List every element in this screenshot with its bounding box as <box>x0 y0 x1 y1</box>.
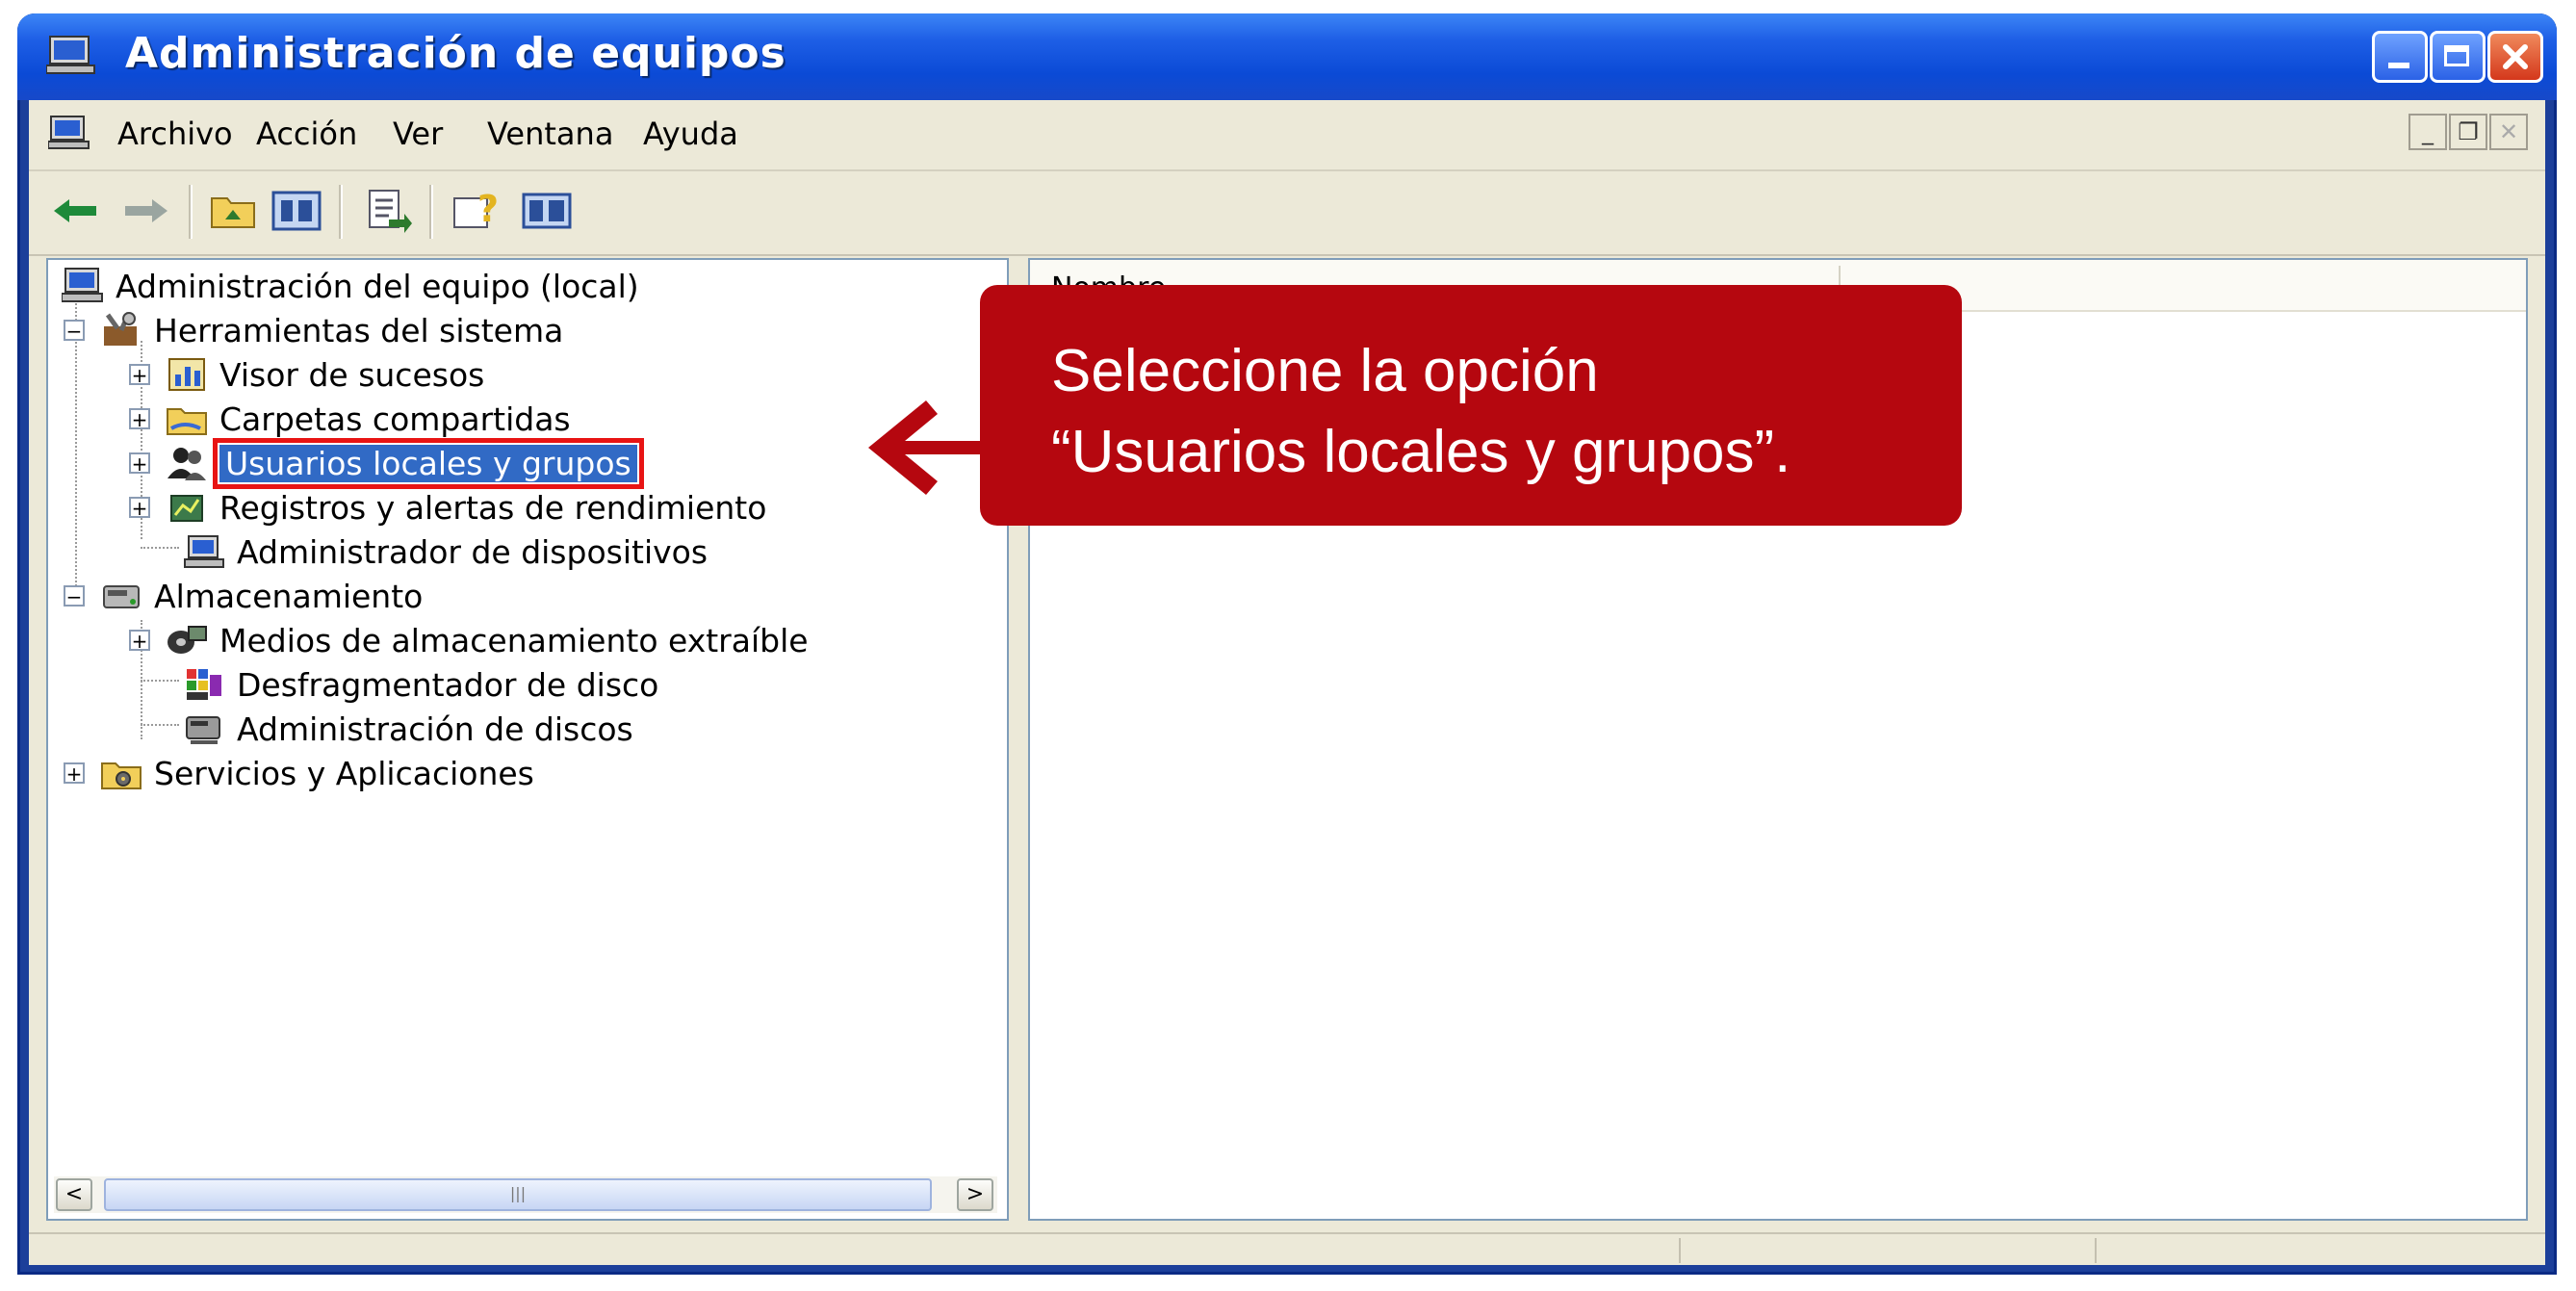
tree-item-label: Administración del equipo (local) <box>116 267 639 305</box>
tree-item-administrador-dispositivos[interactable]: Administrador de dispositivos <box>183 529 708 574</box>
callout-text: Seleccione la opción “Usuarios locales y… <box>1051 331 1790 493</box>
computer-icon <box>46 36 95 74</box>
status-divider <box>1679 1238 1681 1263</box>
chevron-left-icon: < <box>64 1182 84 1206</box>
menu-ventana[interactable]: Ventana <box>487 116 613 152</box>
toolbar-separator <box>189 185 193 239</box>
console-icon[interactable] <box>520 185 574 237</box>
title-bar[interactable]: Administración de equipos <box>17 13 2557 100</box>
tree-item-label: Medios de almacenamiento extraíble <box>219 621 809 659</box>
tree-item-label: Administración de discos <box>237 710 633 748</box>
tree-item-label: Desfragmentador de disco <box>237 665 659 704</box>
minimize-icon <box>2388 63 2409 68</box>
app-window: Administración de equipos Archivo Acción… <box>17 13 2557 1275</box>
menu-accion[interactable]: Acción <box>256 116 357 152</box>
help-icon[interactable]: ? <box>449 185 506 237</box>
tree-item-label: Herramientas del sistema <box>154 311 564 349</box>
expand-icon[interactable]: + <box>64 762 85 784</box>
tree-item-servicios-aplicaciones[interactable]: + Servicios y Aplicaciones <box>64 751 534 795</box>
tree-connector <box>141 724 179 726</box>
expand-icon[interactable]: + <box>129 630 150 651</box>
tools-icon <box>104 311 137 346</box>
status-divider <box>2095 1238 2097 1263</box>
close-icon <box>2503 44 2528 69</box>
window-title: Administración de equipos <box>125 29 786 78</box>
grip-icon: ||| <box>509 1184 527 1202</box>
maximize-button[interactable] <box>2430 31 2486 83</box>
forward-arrow-icon[interactable] <box>117 185 175 237</box>
back-arrow-icon[interactable] <box>46 185 104 237</box>
export-list-icon[interactable] <box>360 185 414 237</box>
scrollbar-thumb[interactable]: ||| <box>104 1178 932 1211</box>
expand-icon[interactable]: + <box>129 497 150 518</box>
tree-item-almacenamiento[interactable]: − Almacenamiento <box>64 574 423 618</box>
expand-icon[interactable]: + <box>129 364 150 385</box>
event-viewer-icon <box>168 358 205 391</box>
instruction-callout: Seleccione la opción “Usuarios locales y… <box>980 285 1962 526</box>
callout-arrow-icon <box>868 400 984 495</box>
tree-item-label: Carpetas compartidas <box>219 400 571 438</box>
tree-item-desfragmentador[interactable]: Desfragmentador de disco <box>183 662 658 707</box>
up-folder-icon[interactable] <box>206 185 260 237</box>
tree-item-usuarios-grupos[interactable]: + Usuarios locales y grupos <box>129 437 644 489</box>
tree-item-medios-extraible[interactable]: + Medios de almacenamiento extraíble <box>129 618 809 662</box>
tree-connector <box>141 680 179 682</box>
device-manager-icon <box>184 535 224 568</box>
computer-management-icon <box>48 116 90 149</box>
show-hide-tree-icon[interactable] <box>270 185 323 237</box>
callout-line-2: “Usuarios locales y grupos”. <box>1051 419 1791 485</box>
toolbar-separator <box>339 185 343 239</box>
maximize-icon <box>2444 45 2469 66</box>
expand-icon[interactable]: + <box>129 452 150 474</box>
svg-text:?: ? <box>477 188 499 230</box>
tree-item-label: Servicios y Aplicaciones <box>154 754 534 792</box>
scroll-right-button[interactable]: > <box>957 1178 993 1211</box>
storage-icon <box>103 585 140 608</box>
tree-item-label: Usuarios locales y grupos <box>213 437 644 489</box>
tree-item-label: Almacenamiento <box>154 577 424 615</box>
collapse-icon[interactable]: − <box>64 320 85 341</box>
window-client: Archivo Acción Ver Ventana Ayuda _ ❐ ✕ ?… <box>29 100 2545 1265</box>
minimize-icon: _ <box>2422 118 2434 145</box>
tree-item-administracion-discos[interactable]: Administración de discos <box>183 707 633 751</box>
status-bar <box>29 1232 2545 1265</box>
minimize-button[interactable] <box>2372 31 2428 83</box>
toolbar-separator <box>429 185 433 239</box>
toolbar: ? <box>29 171 2545 256</box>
menu-archivo[interactable]: Archivo <box>117 116 233 152</box>
tree-item-herramientas[interactable]: − Herramientas del sistema <box>64 308 563 352</box>
mdi-close-button[interactable]: ✕ <box>2489 114 2528 150</box>
computer-icon <box>62 268 103 302</box>
restore-icon: ❐ <box>2458 118 2479 145</box>
tree-item-root[interactable]: Administración del equipo (local) <box>62 264 639 308</box>
callout-line-1: Seleccione la opción <box>1051 338 1599 404</box>
close-button[interactable] <box>2487 31 2543 83</box>
mdi-restore-button[interactable]: ❐ <box>2449 114 2487 150</box>
tree-item-registros-alertas[interactable]: + Registros y alertas de rendimiento <box>129 485 766 529</box>
mdi-minimize-button[interactable]: _ <box>2409 114 2447 150</box>
defragmenter-icon <box>187 669 221 700</box>
menu-ver[interactable]: Ver <box>393 116 443 152</box>
tree-item-label: Administrador de dispositivos <box>237 532 708 571</box>
tree-item-visor-sucesos[interactable]: + Visor de sucesos <box>129 352 484 397</box>
disk-management-icon <box>186 716 220 744</box>
menu-bar: Archivo Acción Ver Ventana Ayuda _ ❐ ✕ <box>29 100 2545 171</box>
horizontal-scrollbar[interactable]: < ||| > <box>54 1176 997 1213</box>
collapse-icon[interactable]: − <box>64 585 85 607</box>
expand-icon[interactable]: + <box>129 408 150 429</box>
chevron-right-icon: > <box>966 1182 985 1206</box>
shared-folder-icon <box>167 408 207 435</box>
tree-item-carpetas-compartidas[interactable]: + Carpetas compartidas <box>129 397 571 441</box>
users-group-icon <box>167 448 206 480</box>
tree-item-label: Registros y alertas de rendimiento <box>219 488 767 527</box>
tree-item-label: Visor de sucesos <box>219 355 485 394</box>
removable-storage-icon <box>167 626 207 654</box>
scroll-left-button[interactable]: < <box>56 1178 92 1211</box>
menu-ayuda[interactable]: Ayuda <box>643 116 738 152</box>
services-applications-icon <box>101 762 142 789</box>
performance-logs-icon <box>170 495 203 522</box>
close-icon: ✕ <box>2498 118 2519 145</box>
tree-connector <box>141 547 179 549</box>
